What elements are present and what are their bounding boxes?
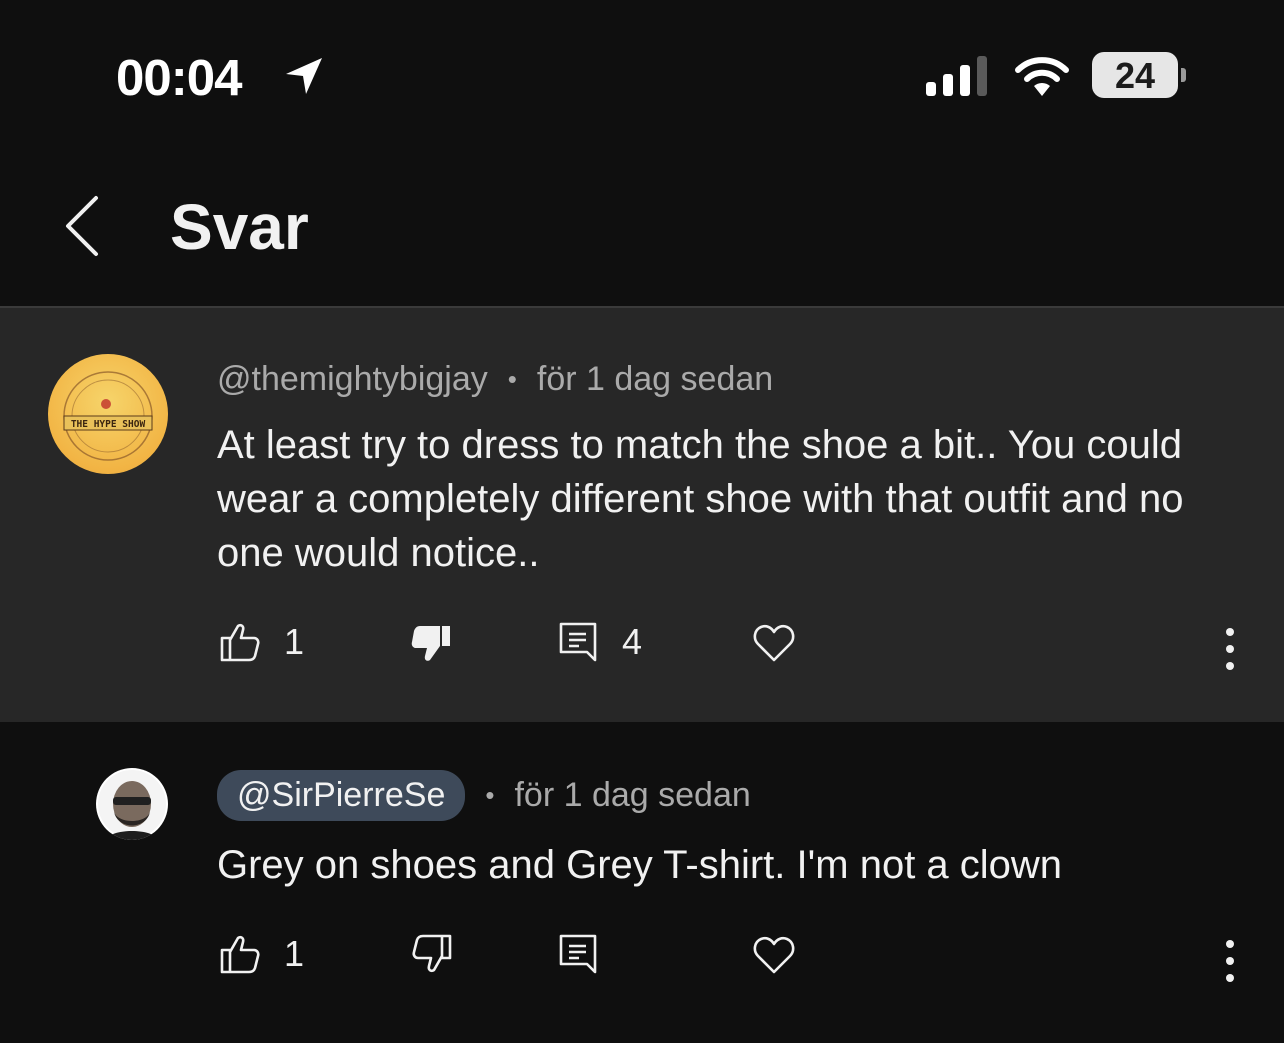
comment-meta: @SirPierreSe • för 1 dag sedan xyxy=(217,770,751,821)
like-button[interactable]: 1 xyxy=(218,932,304,976)
comment-icon xyxy=(559,622,597,662)
heart-button[interactable] xyxy=(752,932,796,976)
comment-meta: @themightybigjay • för 1 dag sedan xyxy=(217,360,773,399)
thumbs-down-icon xyxy=(412,934,452,973)
like-count: 1 xyxy=(284,933,305,974)
separator-dot: • xyxy=(507,364,517,394)
reply-comment: @SirPierreSe • för 1 dag sedan Grey on s… xyxy=(0,722,1284,1043)
avatar-logo-text: THE HYPE SHOW xyxy=(71,419,146,430)
more-options-icon[interactable] xyxy=(1214,932,1246,992)
hype-show-logo: THE HYPE SHOW xyxy=(63,371,153,461)
dislike-button[interactable] xyxy=(410,932,454,976)
status-bar: 00:04 24 xyxy=(0,0,1284,150)
more-options-icon[interactable] xyxy=(1214,620,1246,680)
avatar[interactable]: THE HYPE SHOW xyxy=(48,354,168,474)
heart-icon xyxy=(753,936,795,974)
battery-cap xyxy=(1181,68,1186,82)
dislike-button[interactable] xyxy=(410,620,454,664)
comment-text: At least try to dress to match the shoe … xyxy=(217,423,1184,575)
reply-button[interactable] xyxy=(556,932,600,976)
back-button[interactable] xyxy=(52,186,116,266)
wifi-icon xyxy=(1015,57,1069,96)
comment-author-chip[interactable]: @SirPierreSe xyxy=(217,770,466,821)
thumbs-down-filled-icon xyxy=(411,626,450,661)
person-portrait-icon xyxy=(98,770,166,840)
like-count: 1 xyxy=(284,621,305,662)
comment-timestamp: för 1 dag sedan xyxy=(514,776,751,814)
thumbs-up-icon xyxy=(220,935,260,974)
page-title: Svar xyxy=(170,191,309,263)
cellular-signal-icon xyxy=(926,56,987,96)
avatar[interactable] xyxy=(96,768,168,840)
comment-timestamp: för 1 dag sedan xyxy=(536,360,774,398)
app-header: Svar xyxy=(0,150,1284,308)
heart-button[interactable] xyxy=(752,620,796,664)
like-button[interactable]: 1 xyxy=(218,620,304,664)
comment-icon xyxy=(559,934,597,974)
clock: 00:04 xyxy=(116,49,242,106)
comment-author[interactable]: @themightybigjay xyxy=(217,360,488,399)
comment-text: Grey on shoes and Grey T-shirt. I'm not … xyxy=(217,843,1063,887)
battery-level: 24 xyxy=(1114,55,1156,96)
separator-dot: • xyxy=(485,780,495,810)
heart-icon xyxy=(753,624,795,662)
reply-count: 4 xyxy=(622,621,643,662)
thumbs-up-icon xyxy=(220,623,260,662)
comment-actions: 1 xyxy=(0,932,1284,992)
comment-actions: 1 4 xyxy=(0,620,1284,680)
reply-button[interactable]: 4 xyxy=(556,620,642,664)
parent-comment: THE HYPE SHOW @themightybigjay • för 1 d… xyxy=(0,308,1284,722)
battery-indicator: 24 xyxy=(1092,52,1188,100)
location-arrow-icon xyxy=(286,58,322,94)
